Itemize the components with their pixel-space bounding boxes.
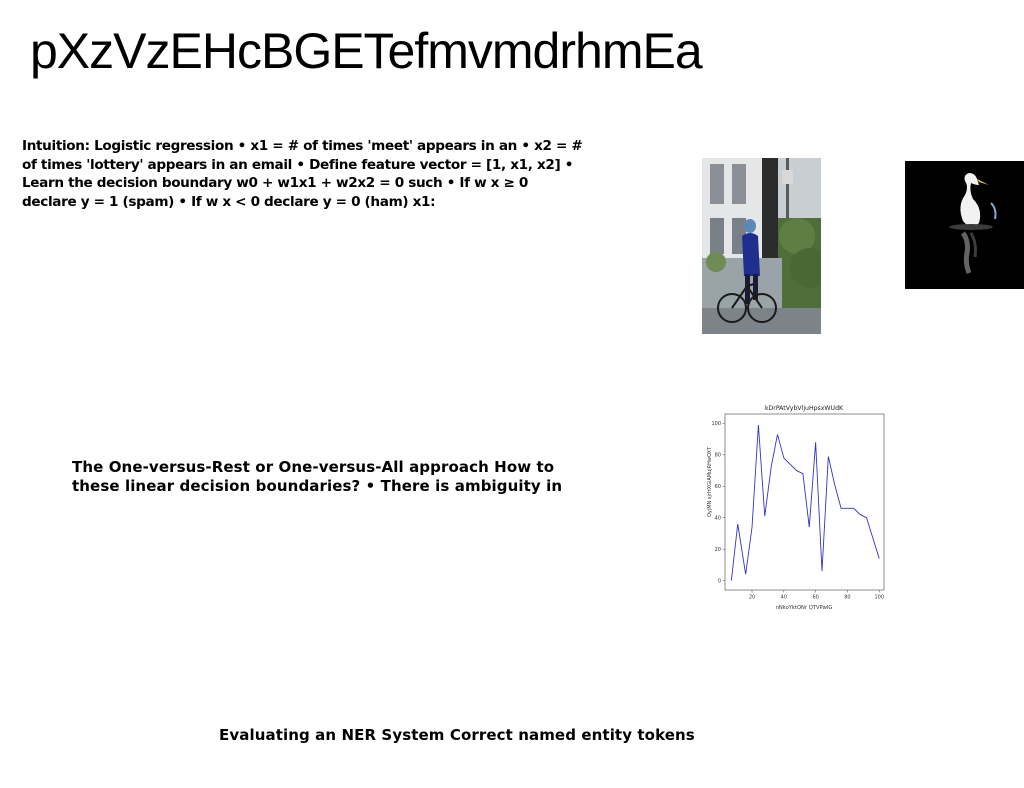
y-tick-label: 0	[718, 578, 721, 584]
body-text-one-versus-rest: The One-versus-Rest or One-versus-All ap…	[72, 458, 563, 495]
chart-title: kDrPAtVybVljuHpsxWUdK	[765, 405, 844, 412]
line-chart: kDrPAtVybVljuHpsxWUdK nNkoYktONr QTVPwIG…	[707, 405, 885, 611]
y-tick-label: 100	[711, 421, 721, 427]
plot-area	[724, 413, 885, 591]
x-tick-label: 20	[749, 595, 755, 601]
body-text-logistic-regression: Intuition: Logistic regression • x1 = # …	[22, 138, 583, 210]
series-line	[730, 424, 880, 581]
x-tick-label: 40	[781, 595, 787, 601]
y-tick-label: 20	[715, 547, 721, 553]
bird-photo	[905, 161, 1024, 289]
x-tick-label: 100	[874, 595, 884, 601]
x-tick-label: 80	[844, 595, 850, 601]
street-photo	[702, 158, 821, 334]
y-tick-label: 80	[715, 453, 721, 459]
slide-title: pXzVzEHcBGETefmvmdrhmEa	[30, 23, 703, 79]
x-tick-label: 60	[812, 595, 818, 601]
x-axis-label: nNkoYktONr QTVPwIG	[776, 605, 833, 611]
y-axis-label: OyjMN sjrHXGiAMujRHwOXT	[707, 446, 713, 517]
y-tick-label: 60	[715, 484, 721, 490]
body-text-ner-evaluation: Evaluating an NER System Correct named e…	[219, 726, 695, 744]
y-tick-label: 40	[715, 516, 721, 522]
